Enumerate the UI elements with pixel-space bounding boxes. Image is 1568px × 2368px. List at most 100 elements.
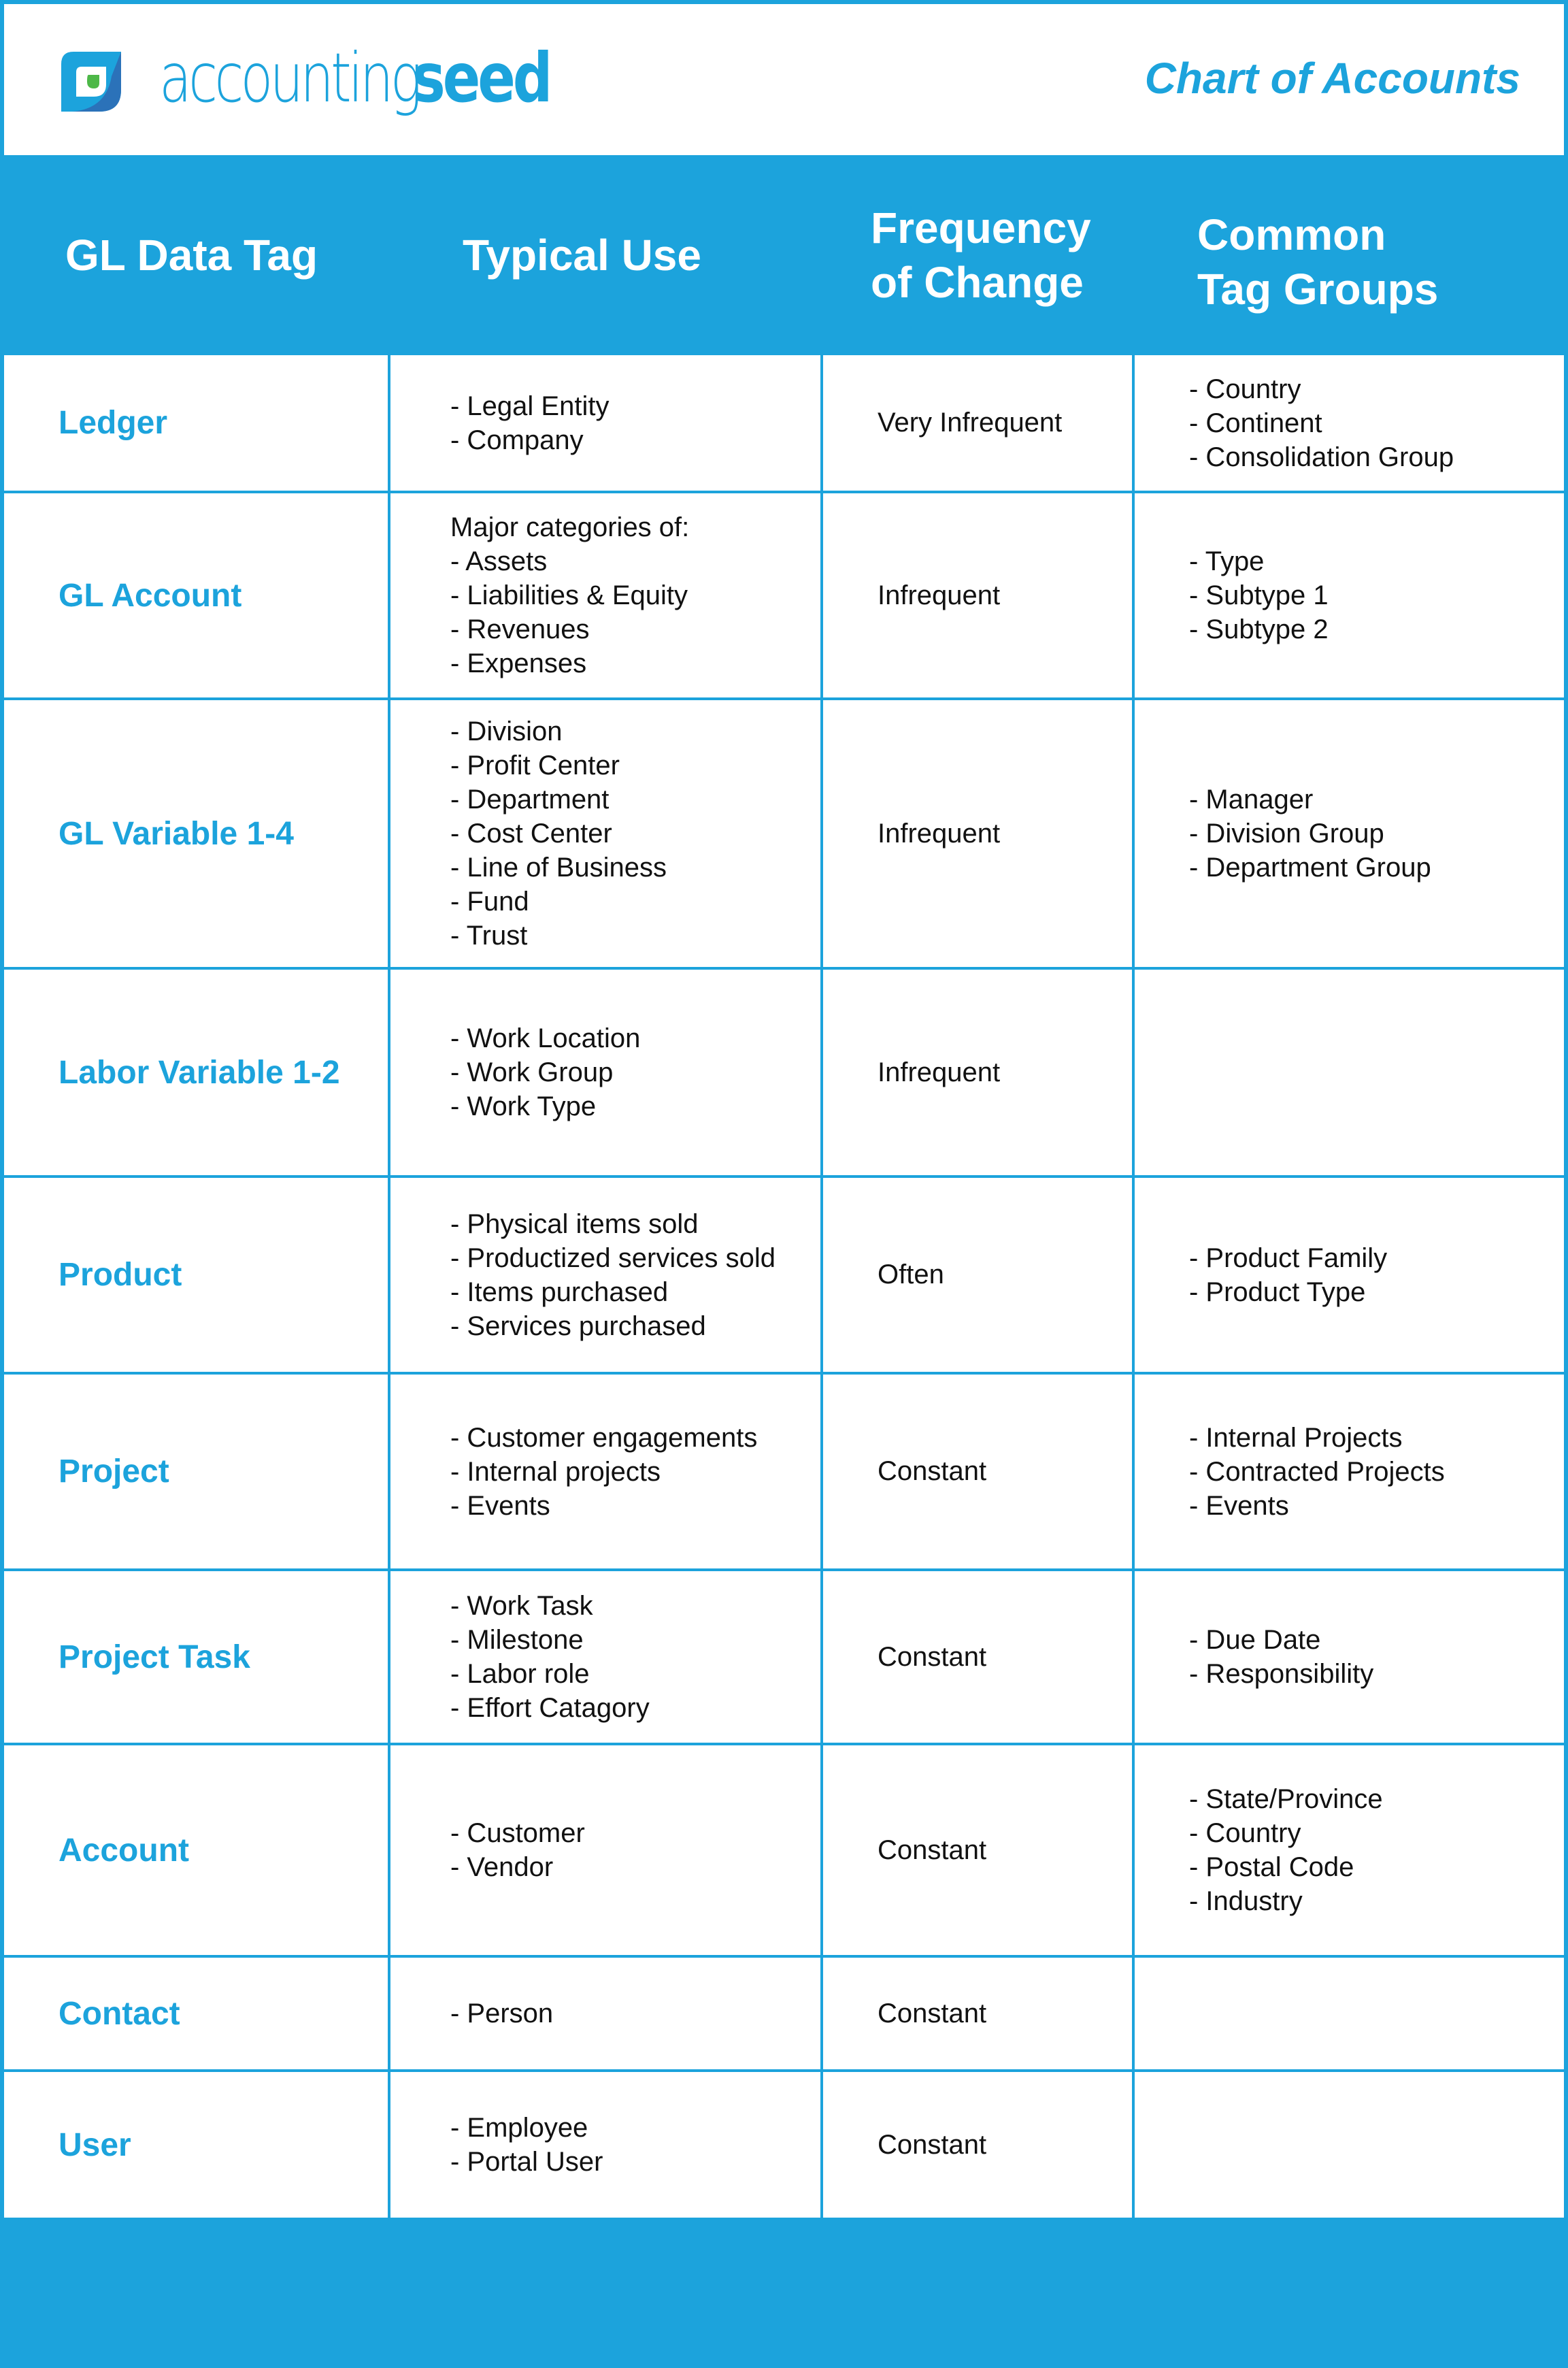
tag-group-item: - Industry (1189, 1886, 1303, 1916)
typical-use-item: - Profit Center (450, 751, 620, 780)
tag-group-item: - Responsibility (1189, 1659, 1374, 1689)
tag-group-item: - Department Group (1189, 853, 1431, 883)
tag-groups-list: - Product Family - Product Type (1189, 1241, 1387, 1309)
gl-data-tag-name: Labor Variable 1-2 (59, 1054, 340, 1091)
column-divider (1132, 970, 1135, 1175)
tag-cell: Contact (4, 1958, 388, 2069)
typical-use-item: - Person (450, 1999, 554, 2028)
column-header-gl-data-tag: GL Data Tag (65, 231, 318, 280)
frequency-value: Constant (878, 2129, 987, 2160)
typical-use-list: - Work Task - Milestone - Labor role - Effo… (450, 1589, 650, 1725)
column-divider (388, 970, 390, 1175)
column-divider (1132, 355, 1135, 491)
typical-use-cell: - Customer engagements - Internal project… (390, 1375, 820, 1568)
typical-use-item: - Customer engagements (450, 1422, 758, 1453)
typical-use-item: - Cost Center (450, 819, 612, 849)
column-divider (1132, 1178, 1135, 1372)
gl-data-tag-name: Account (59, 1832, 189, 1869)
common-tag-groups-cell: - Type - Subtype 1 - Subtype 2 (1135, 493, 1564, 697)
document-title: Chart of Accounts (1144, 54, 1520, 103)
table-row: User - Employee - Portal User Constant (4, 2072, 1564, 2218)
typical-use-item: - Line of Business (450, 853, 667, 883)
column-divider (820, 493, 823, 697)
tag-group-item: - Country (1189, 1818, 1301, 1848)
column-divider (820, 2072, 823, 2218)
frequency-cell: Constant (823, 1571, 1132, 1743)
typical-use-list: - Person (450, 1996, 553, 2030)
column-divider (388, 1958, 390, 2069)
typical-use-list: - Physical items sold - Productized servi… (450, 1207, 775, 1343)
gl-data-tag-name: Project Task (59, 1639, 250, 1675)
tag-cell: Ledger (4, 355, 388, 491)
column-divider (820, 1375, 823, 1568)
typical-use-cell: - Customer - Vendor (390, 1745, 820, 1955)
table-row: Project - Customer engagements - Internal … (4, 1375, 1564, 1568)
frequency-cell: Constant (823, 1958, 1132, 2069)
typical-use-item: - Work Task (450, 1591, 593, 1621)
column-divider (1132, 1958, 1135, 2069)
column-divider (388, 700, 390, 967)
brand-wordmark-bold: seed (412, 38, 552, 118)
table-row: GL Variable 1-4 - Division - Profit Center… (4, 700, 1564, 967)
tag-cell: Product (4, 1178, 388, 1372)
typical-use-item: - Department (450, 785, 610, 815)
table-row: Labor Variable 1-2 - Work Location - Work … (4, 970, 1564, 1175)
accounting-seed-logo-icon (61, 52, 121, 112)
column-header-typical-use: Typical Use (463, 231, 701, 280)
tag-group-item: - Product Type (1189, 1277, 1366, 1307)
common-tag-groups-cell: - Manager - Division Group - Department Gr… (1135, 700, 1564, 967)
table-row: Contact - Person Constant (4, 1958, 1564, 2069)
tag-group-item: - Subtype 1 (1189, 580, 1329, 610)
tag-cell: Project Task (4, 1571, 388, 1743)
brand-wordmark-light: accounting (159, 38, 422, 118)
gl-data-tag-name: GL Account (59, 577, 242, 614)
tag-group-item: - Manager (1189, 785, 1314, 815)
typical-use-item: - Vendor (450, 1852, 554, 1882)
typical-use-item: - Events (450, 1490, 550, 1521)
common-tag-groups-cell: - Country - Continent - Consolidation Grou… (1135, 355, 1564, 491)
column-divider (820, 1178, 823, 1372)
tag-cell: Project (4, 1375, 388, 1568)
column-divider (820, 700, 823, 967)
tag-groups-list: - Internal Projects - Contracted Projects… (1189, 1421, 1445, 1523)
typical-use-list: - Division - Profit Center - Department - C… (450, 714, 667, 953)
typical-use-cell: - Work Task - Milestone - Labor role - Effo… (390, 1571, 820, 1743)
tag-group-item: - Country (1189, 374, 1301, 404)
typical-use-list: - Work Location - Work Group - Work Type (450, 1021, 640, 1123)
typical-use-item: - Division (450, 717, 563, 746)
tag-cell: GL Account (4, 493, 388, 697)
gl-data-tag-name: GL Variable 1-4 (59, 815, 294, 852)
typical-use-cell: - Physical items sold - Productized servi… (390, 1178, 820, 1372)
typical-use-item: - Effort Catagory (450, 1693, 650, 1723)
common-tag-groups-cell (1135, 2072, 1564, 2218)
tag-group-item: - Type (1189, 546, 1265, 576)
column-header-common-tag-groups: Common Tag Groups (1197, 155, 1438, 362)
tag-group-item: - Due Date (1189, 1625, 1321, 1655)
typical-use-item: - Internal projects (450, 1456, 661, 1487)
tag-cell: User (4, 2072, 388, 2218)
tag-groups-list: - Manager - Division Group - Department Gr… (1189, 783, 1431, 885)
typical-use-item: - Assets (450, 546, 548, 576)
tag-group-item: - Continent (1189, 408, 1322, 438)
column-divider (388, 1571, 390, 1743)
frequency-value: Constant (878, 1641, 987, 1672)
typical-use-item: - Milestone (450, 1625, 584, 1655)
typical-use-list: - Customer engagements - Internal project… (450, 1421, 757, 1523)
common-tag-groups-cell: - Due Date - Responsibility (1135, 1571, 1564, 1743)
typical-use-cell: Major categories of: - Assets - Liabilitie… (390, 493, 820, 697)
table-row: Account - Customer - Vendor Constant - State… (4, 1745, 1564, 1955)
frequency-cell: Constant (823, 1375, 1132, 1568)
column-divider (820, 970, 823, 1175)
table-row: Product - Physical items sold - Productize… (4, 1178, 1564, 1372)
typical-use-item: - Items purchased (450, 1277, 669, 1307)
tag-group-item: - Events (1189, 1490, 1289, 1521)
tag-group-item: - Contracted Projects (1189, 1456, 1445, 1487)
typical-use-item: - Revenues (450, 614, 590, 644)
typical-use-cell: - Division - Profit Center - Department - C… (390, 700, 820, 967)
tag-group-item: - Division Group (1189, 819, 1384, 849)
column-header-groups-line2: Tag Groups (1197, 265, 1439, 314)
frequency-cell: Constant (823, 2072, 1132, 2218)
typical-use-item: - Work Group (450, 1057, 614, 1087)
tag-group-item: - Product Family (1189, 1243, 1388, 1273)
typical-use-item: Major categories of: (450, 512, 690, 542)
